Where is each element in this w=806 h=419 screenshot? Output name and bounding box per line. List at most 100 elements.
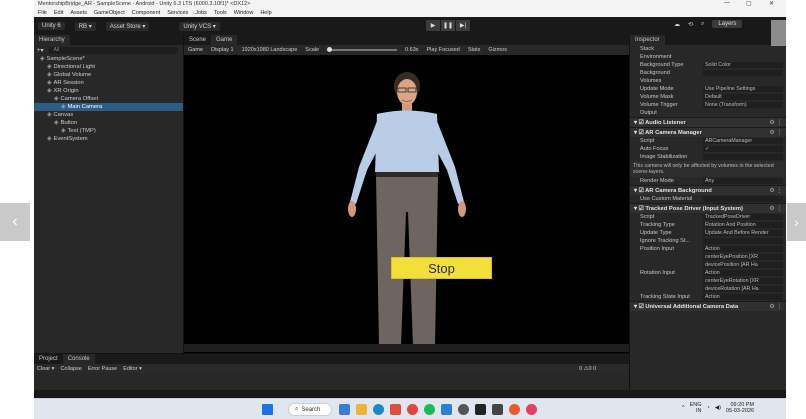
- wifi-icon[interactable]: ◔: [707, 405, 710, 411]
- hierarchy-item[interactable]: ◈ AR Session: [34, 79, 183, 87]
- menu-gameobject[interactable]: GameObject: [94, 10, 125, 16]
- component-toggle-icon[interactable]: ▾ ☑: [634, 206, 645, 212]
- component-header[interactable]: ▾ ☑ AR Camera Manager ⚙ ⋮: [630, 127, 786, 137]
- field-value[interactable]: ARCameraManager: [703, 138, 783, 144]
- field-value[interactable]: Any: [703, 178, 783, 184]
- spotify-icon[interactable]: [424, 404, 435, 415]
- field-value[interactable]: ✓: [703, 146, 783, 152]
- field-value[interactable]: TrackedPoseDriver: [703, 214, 783, 220]
- cloud-icon[interactable]: ☁: [674, 21, 680, 28]
- tab-scene[interactable]: Scene: [184, 35, 211, 45]
- file-explorer-icon[interactable]: [356, 404, 367, 415]
- menu-services[interactable]: Services: [167, 10, 188, 16]
- menu-edit[interactable]: Edit: [54, 10, 63, 16]
- maximize-button[interactable]: ▢: [746, 0, 752, 8]
- field-value[interactable]: [703, 196, 783, 202]
- field-value[interactable]: deviceRotation [AR Ha: [703, 286, 783, 292]
- component-header[interactable]: ▾ ☑ Universal Additional Camera Data ⚙ ⋮: [630, 301, 786, 311]
- hierarchy-item[interactable]: ◈ Canvas: [34, 111, 183, 119]
- field-value[interactable]: Update And Before Render: [703, 230, 783, 236]
- game-horizontal-scrollbar[interactable]: [184, 344, 629, 352]
- unity-hub-icon[interactable]: [475, 404, 486, 415]
- hierarchy-item[interactable]: ◈ Button: [34, 119, 183, 127]
- tab-hierarchy[interactable]: Hierarchy: [34, 35, 70, 45]
- field-value[interactable]: centerEyePosition [XR: [703, 254, 783, 260]
- hierarchy-item[interactable]: ◈ Main Camera: [34, 103, 183, 111]
- play-mode-dropdown[interactable]: Play Focused: [427, 47, 460, 53]
- tab-project[interactable]: Project: [34, 354, 63, 364]
- field-value[interactable]: Use Pipeline Settings: [703, 86, 783, 92]
- field-value[interactable]: Solid Color: [703, 62, 783, 68]
- vcs-button[interactable]: Unity VCS ▾: [179, 21, 220, 31]
- component-toggle-icon[interactable]: ▾ ☑: [634, 130, 645, 136]
- console-counts[interactable]: 0 ⚠0 0: [579, 366, 596, 372]
- component-header[interactable]: ▾ ☑ Tracked Pose Driver (Input System) ⚙ …: [630, 203, 786, 213]
- language-indicator[interactable]: ENG IN: [690, 402, 702, 414]
- hierarchy-search-input[interactable]: All: [47, 46, 178, 54]
- play-icon[interactable]: ▶: [426, 20, 440, 31]
- editor-dropdown[interactable]: Editor ▾: [123, 366, 142, 372]
- vscode-icon[interactable]: [441, 404, 452, 415]
- unity-icon[interactable]: [492, 404, 503, 415]
- widgets-icon[interactable]: [339, 404, 350, 415]
- hierarchy-item[interactable]: ◈ EventSystem: [34, 135, 183, 143]
- component-header[interactable]: ▾ ☑ AR Camera Background ⚙ ⋮: [630, 185, 786, 195]
- step-icon[interactable]: ▶|: [456, 20, 470, 31]
- store-icon[interactable]: [390, 404, 401, 415]
- layers-dropdown[interactable]: Layers: [712, 20, 743, 28]
- field-value[interactable]: Rotation And Position: [703, 222, 783, 228]
- hierarchy-item[interactable]: ◈ Global Volume: [34, 71, 183, 79]
- volume-icon[interactable]: ◀): [715, 405, 721, 411]
- search-icon[interactable]: ⌕: [701, 21, 704, 28]
- minimize-button[interactable]: —: [724, 0, 730, 8]
- history-icon[interactable]: ⟲: [688, 21, 693, 28]
- scale-slider[interactable]: [327, 47, 398, 52]
- clock[interactable]: 09:20 PM 05-03-2026: [726, 402, 754, 414]
- menu-assets[interactable]: Assets: [70, 10, 87, 16]
- browser-icon[interactable]: [526, 404, 537, 415]
- game-viewport[interactable]: Stop: [217, 62, 597, 346]
- stop-button[interactable]: Stop: [391, 257, 492, 279]
- edge-icon[interactable]: [373, 404, 384, 415]
- taskbar-search[interactable]: ⌕ Search: [288, 403, 332, 416]
- hierarchy-item[interactable]: ◈ Text (TMP): [34, 127, 183, 135]
- field-value[interactable]: Action: [703, 294, 783, 300]
- hierarchy-item[interactable]: ◈ XR Origin: [34, 87, 183, 95]
- menu-jobs[interactable]: Jobs: [195, 10, 207, 16]
- field-value[interactable]: [703, 238, 783, 244]
- component-toggle-icon[interactable]: ▾ ☑: [634, 188, 645, 194]
- windows-start-icon[interactable]: [262, 404, 273, 415]
- component-toggle-icon[interactable]: ▾ ☑: [634, 120, 645, 126]
- component-toggle-icon[interactable]: ▾ ☑: [634, 304, 645, 310]
- display-dropdown[interactable]: Display 1: [211, 47, 234, 53]
- hierarchy-item[interactable]: ◈ Directional Light: [34, 63, 183, 71]
- menu-component[interactable]: Component: [132, 10, 160, 16]
- menu-file[interactable]: File: [38, 10, 47, 16]
- pause-icon[interactable]: ❚❚: [441, 20, 455, 31]
- chevron-left-icon[interactable]: ‹: [0, 203, 30, 241]
- resolution-dropdown[interactable]: 1920x1080 Landscape: [242, 47, 298, 53]
- field-value[interactable]: Action: [703, 246, 783, 252]
- stats-button[interactable]: Stats: [468, 47, 481, 53]
- asset-store-button[interactable]: Asset Store ▾: [105, 21, 150, 31]
- game-mode-dropdown[interactable]: Game: [188, 47, 203, 53]
- field-value[interactable]: centerEyeRotation [XR: [703, 278, 783, 284]
- account-button[interactable]: Unity 6: [38, 22, 65, 30]
- component-header[interactable]: ▾ ☑ Audio Listener ⚙ ⋮: [630, 117, 786, 127]
- field-value[interactable]: Action: [703, 270, 783, 276]
- field-value[interactable]: [703, 154, 783, 160]
- menu-help[interactable]: Help: [260, 10, 271, 16]
- chrome-icon[interactable]: [407, 404, 418, 415]
- tab-inspector[interactable]: Inspector: [630, 35, 665, 45]
- field-value[interactable]: None (Transform): [703, 102, 783, 108]
- error-pause-toggle[interactable]: Error Pause: [88, 366, 117, 372]
- github-icon[interactable]: [458, 404, 469, 415]
- hierarchy-item[interactable]: ◈ Camera Offset: [34, 95, 183, 103]
- gizmos-button[interactable]: Gizmos: [488, 47, 507, 53]
- add-icon[interactable]: +▾: [37, 47, 44, 54]
- chevron-up-icon[interactable]: ^: [682, 405, 685, 411]
- field-value[interactable]: [703, 70, 783, 76]
- field-value[interactable]: devicePosition [AR Ha: [703, 262, 783, 268]
- close-button[interactable]: ✕: [769, 0, 774, 8]
- hierarchy-item[interactable]: ◈ SampleScene*: [34, 55, 183, 63]
